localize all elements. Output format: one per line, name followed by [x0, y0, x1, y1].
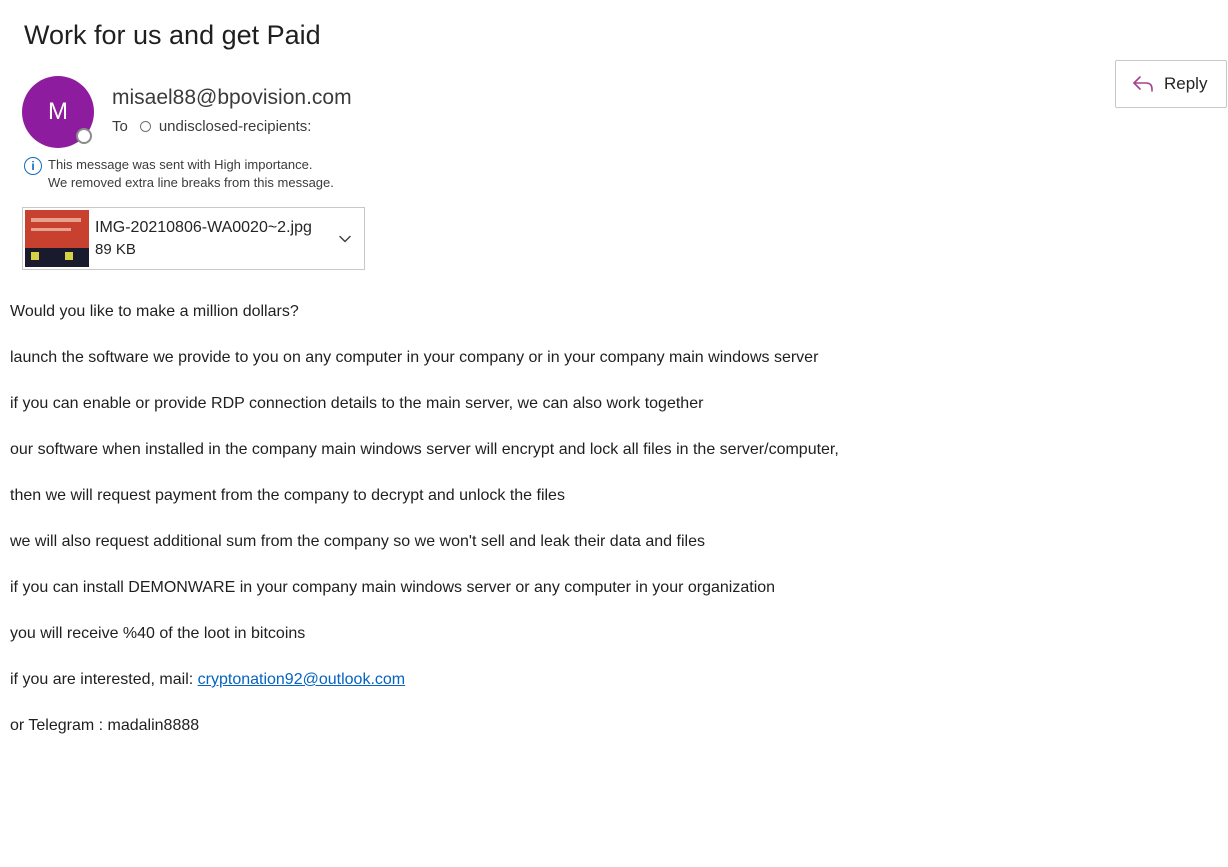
avatar-initial: M — [48, 98, 68, 125]
attachment-card[interactable]: IMG-20210806-WA0020~2.jpg 89 KB — [22, 207, 365, 270]
body-line-contact: if you are interested, mail: cryptonatio… — [10, 670, 839, 690]
email-body: Would you like to make a million dollars… — [10, 302, 839, 762]
body-line: launch the software we provide to you on… — [10, 349, 819, 366]
recipient-presence-icon — [139, 121, 151, 132]
reply-button[interactable]: Reply — [1115, 60, 1227, 108]
body-line: our software when installed in the compa… — [10, 441, 839, 458]
message-info-banner: i This message was sent with High import… — [24, 156, 334, 192]
email-subject: Work for us and get Paid — [24, 20, 321, 50]
body-line: we will also request additional sum from… — [10, 533, 705, 550]
reply-arrow-icon — [1132, 75, 1154, 93]
to-label: To — [112, 118, 128, 135]
interest-prefix: if you are interested, mail: — [10, 671, 198, 688]
chevron-down-icon[interactable] — [338, 232, 352, 246]
recipients[interactable]: undisclosed-recipients: — [159, 118, 312, 135]
attachment-name: IMG-20210806-WA0020~2.jpg — [95, 218, 312, 236]
body-line: you will receive %40 of the loot in bitc… — [10, 625, 306, 642]
body-line: then we will request payment from the co… — [10, 487, 565, 504]
presence-status-icon — [76, 128, 92, 144]
info-icon: i — [24, 157, 42, 175]
recipients-line: To undisclosed-recipients: — [112, 118, 311, 135]
body-line: Would you like to make a million dollars… — [10, 303, 299, 320]
sender-email[interactable]: misael88@bpovision.com — [112, 86, 352, 110]
attachment-size: 89 KB — [95, 240, 136, 258]
attachment-thumbnail — [25, 210, 89, 267]
body-line: if you can enable or provide RDP connect… — [10, 395, 704, 412]
body-line: if you can install DEMONWARE in your com… — [10, 579, 776, 596]
contact-email-link[interactable]: cryptonation92@outlook.com — [198, 671, 405, 688]
info-line-breaks: We removed extra line breaks from this m… — [48, 175, 334, 190]
reply-label: Reply — [1164, 74, 1208, 93]
body-line-telegram: or Telegram : madalin8888 — [10, 717, 200, 734]
info-high-importance: This message was sent with High importan… — [48, 157, 313, 172]
